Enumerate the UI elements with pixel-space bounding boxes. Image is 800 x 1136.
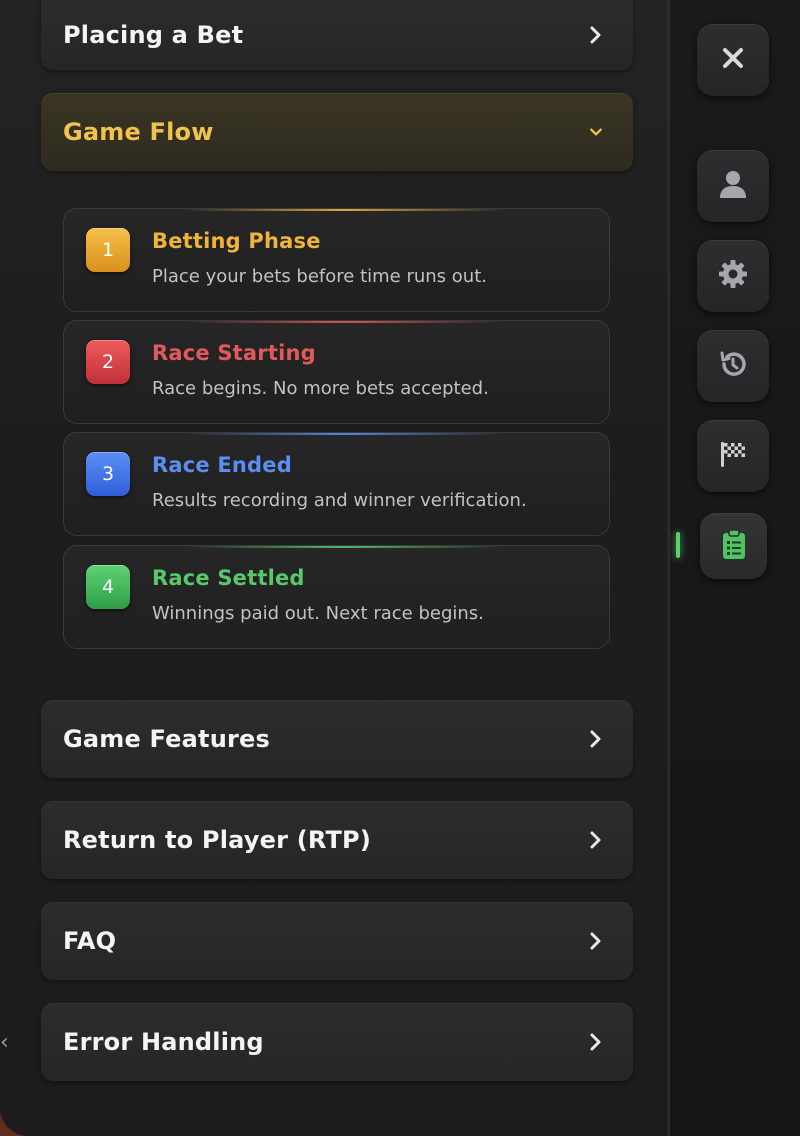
step-glow (184, 321, 504, 323)
step-title: Betting Phase (152, 229, 321, 253)
step-glow (184, 433, 504, 435)
user-icon (719, 169, 747, 203)
step-description: Winnings paid out. Next race begins. (152, 603, 484, 624)
step-title: Race Settled (152, 566, 305, 590)
history-button[interactable] (697, 330, 769, 402)
accordion-label: Game Features (63, 725, 270, 753)
step-description: Place your bets before time runs out. (152, 266, 487, 287)
accordion-label: Error Handling (63, 1028, 264, 1056)
chevron-right-icon (589, 931, 603, 951)
step-number-badge: 2 (86, 340, 130, 384)
chevron-down-icon (589, 122, 603, 142)
step-title: Race Ended (152, 453, 292, 477)
races-button[interactable] (697, 420, 769, 492)
profile-button[interactable] (697, 150, 769, 222)
accordion-placing-a-bet[interactable]: Placing a Bet (41, 0, 633, 70)
chevron-right-icon (589, 830, 603, 850)
chevron-left-icon[interactable]: ‹ (0, 1030, 9, 1055)
checkered-flag-icon (718, 439, 748, 473)
accordion-return-to-player[interactable]: Return to Player (RTP) (41, 801, 633, 879)
active-tab-indicator (676, 532, 680, 558)
accordion-label: Game Flow (63, 118, 214, 146)
close-icon (721, 46, 745, 74)
accordion-error-handling[interactable]: Error Handling (41, 1003, 633, 1081)
help-screen: Placing a Bet Game Flow 1 Betting Phase … (0, 0, 800, 1136)
flow-step-1: 1 Betting Phase Place your bets before t… (63, 208, 610, 312)
flow-step-3: 3 Race Ended Results recording and winne… (63, 432, 610, 536)
chevron-right-icon (589, 1032, 603, 1052)
accordion-label: FAQ (63, 927, 117, 955)
step-glow (184, 546, 504, 548)
rules-button[interactable] (700, 513, 767, 579)
step-number-badge: 3 (86, 452, 130, 496)
help-panel: Placing a Bet Game Flow 1 Betting Phase … (0, 0, 668, 1136)
chevron-right-icon (589, 25, 603, 45)
flow-step-4: 4 Race Settled Winnings paid out. Next r… (63, 545, 610, 649)
close-button[interactable] (697, 24, 769, 96)
step-title: Race Starting (152, 341, 316, 365)
accordion-label: Return to Player (RTP) (63, 826, 371, 854)
accordion-faq[interactable]: FAQ (41, 902, 633, 980)
accordion-game-flow[interactable]: Game Flow (41, 93, 633, 171)
gear-icon (718, 259, 748, 293)
step-glow (184, 209, 504, 211)
accordion-label: Placing a Bet (63, 21, 244, 49)
accordion-game-features[interactable]: Game Features (41, 700, 633, 778)
chevron-right-icon (589, 729, 603, 749)
step-description: Results recording and winner verificatio… (152, 490, 527, 511)
clipboard-list-icon (721, 528, 747, 564)
flow-step-2: 2 Race Starting Race begins. No more bet… (63, 320, 610, 424)
step-number-badge: 1 (86, 228, 130, 272)
step-description: Race begins. No more bets accepted. (152, 378, 489, 399)
step-number-badge: 4 (86, 565, 130, 609)
history-icon (718, 349, 748, 383)
settings-button[interactable] (697, 240, 769, 312)
